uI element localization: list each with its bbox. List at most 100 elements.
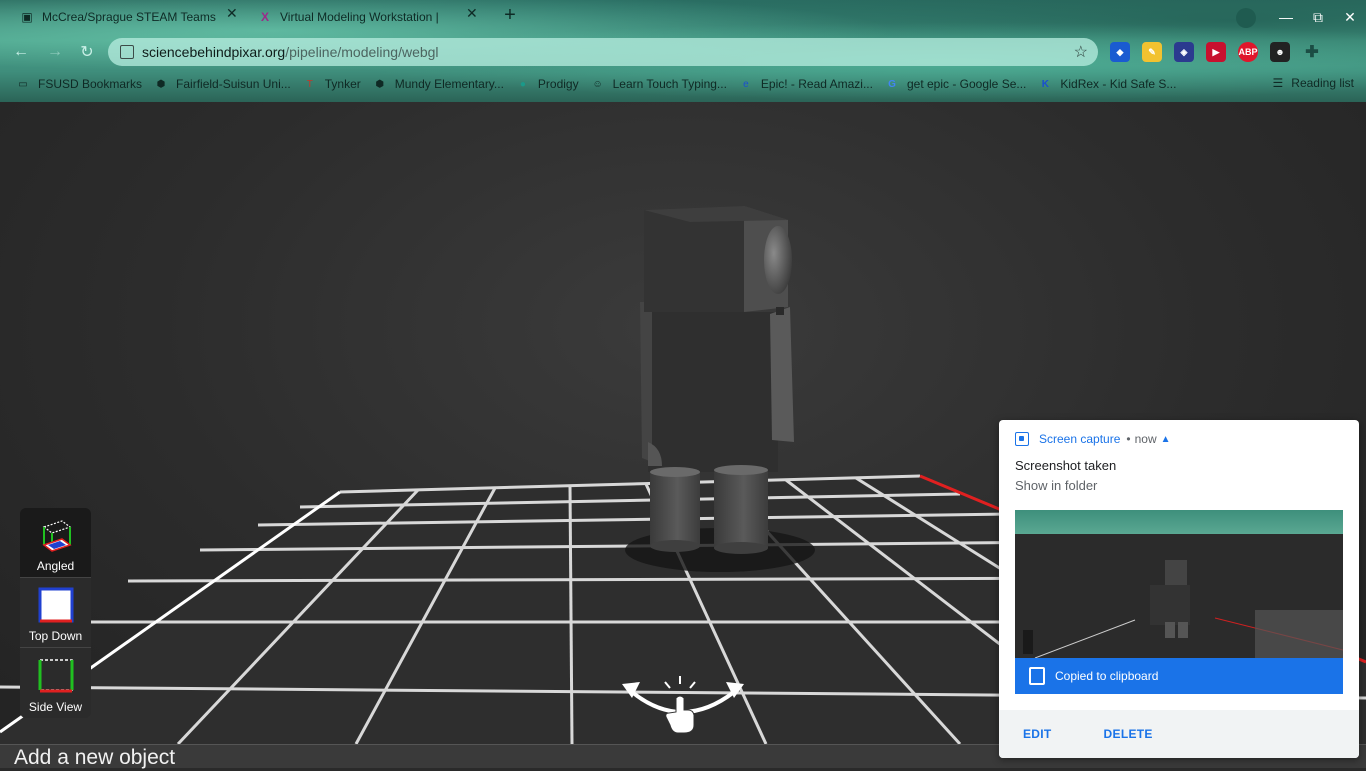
reading-list-icon: ☰ — [1272, 76, 1284, 90]
kidrex-icon: K — [1041, 78, 1049, 90]
right-leg[interactable] — [714, 470, 768, 548]
extensions-row: ◆ ✎ ◈ ▶ ABP ☻ ✚ — [1110, 42, 1322, 62]
left-leg[interactable] — [650, 472, 700, 546]
bookmark-item[interactable]: ● Prodigy — [516, 77, 579, 91]
angled-view-button[interactable]: Angled — [20, 508, 91, 578]
forward-arrow-icon[interactable]: → — [44, 41, 66, 63]
view-label: Angled — [36, 559, 75, 573]
view-switcher: Angled Top Down Side View — [20, 508, 91, 718]
maximize-button[interactable]: ⧉ — [1302, 0, 1334, 34]
shield-ext-icon[interactable]: ◆ — [1110, 42, 1130, 62]
notification-header: Screen capture • now ▲ — [1015, 432, 1171, 446]
close-window-button[interactable]: ✕ — [1334, 0, 1366, 34]
clipboard-message: Copied to clipboard — [1055, 669, 1159, 683]
tynker-icon: T — [306, 78, 313, 90]
bookmark-item[interactable]: Gget epic - Google Se... — [885, 77, 1026, 91]
bookmark-label: KidRex - Kid Safe S... — [1060, 77, 1177, 91]
left-leg-base — [650, 540, 700, 552]
reload-icon[interactable]: ↻ — [76, 41, 98, 63]
bookmark-item[interactable]: ☺ Learn Touch Typing... — [591, 77, 727, 91]
back-arrow-icon[interactable]: ← — [10, 41, 32, 63]
adblock-ext-icon[interactable]: ABP — [1238, 42, 1258, 62]
new-tab-button[interactable]: + — [500, 4, 520, 27]
puzzle-icon[interactable]: ✚ — [1302, 42, 1322, 62]
copied-to-clipboard-banner: Copied to clipboard — [1015, 658, 1343, 694]
address-bar[interactable]: sciencebehindpixar.org/pipeline/modeling… — [108, 38, 1098, 66]
right-leg-top — [714, 465, 768, 475]
right-arm[interactable] — [770, 307, 794, 442]
school-icon: ⬢ — [156, 78, 166, 90]
side-view-button[interactable]: Side View — [20, 648, 91, 718]
epic-icon: e — [743, 78, 749, 90]
tab-title: Virtual Modeling Workstation | — [280, 10, 439, 24]
tab-modeling[interactable]: X Virtual Modeling Workstation | — [258, 4, 468, 30]
profile-avatar[interactable] — [1236, 8, 1256, 28]
side-view-icon — [38, 659, 73, 693]
notification-time-separator: • — [1126, 432, 1131, 446]
pixar-icon: X — [260, 10, 269, 24]
bookmark-label: Mundy Elementary... — [394, 77, 504, 91]
close-tab-icon[interactable]: ✕ — [226, 5, 238, 22]
reading-list-button[interactable]: ☰ Reading list — [1273, 76, 1354, 90]
show-in-folder-link[interactable]: Show in folder — [1015, 478, 1097, 493]
left-leg-top — [650, 467, 700, 477]
bookmark-item[interactable]: K KidRex - Kid Safe S... — [1038, 77, 1177, 91]
edit-button[interactable]: EDIT — [1023, 727, 1052, 741]
url-host: sciencebehindpixar.org — [142, 44, 286, 60]
angled-cube-icon — [41, 520, 72, 552]
reading-list-label: Reading list — [1291, 76, 1354, 90]
google-icon: G — [888, 78, 896, 90]
view-label: Top Down — [28, 629, 83, 643]
notification-title: Screenshot taken — [1015, 458, 1117, 473]
bookmark-label: get epic - Google Se... — [906, 77, 1027, 91]
teams-icon: ▣ — [21, 10, 33, 24]
bookmark-label: Prodigy — [537, 77, 579, 91]
add-object-title[interactable]: Add a new object — [14, 745, 175, 771]
tab-strip: ▣ McCrea/Sprague STEAM Teams ✕ X Virtual… — [0, 0, 1366, 34]
prodigy-icon: ● — [519, 78, 526, 90]
video-ext-icon[interactable]: ▶ — [1206, 42, 1226, 62]
window-controls: — ⧉ ✕ — [1270, 0, 1366, 34]
screenshot-thumbnail[interactable] — [1015, 510, 1343, 658]
notification-actions: EDIT DELETE — [999, 710, 1359, 758]
bookmark-item[interactable]: e Epic! - Read Amazi... — [739, 77, 873, 91]
tab-title: McCrea/Sprague STEAM Teams — [42, 10, 216, 24]
view-label: Side View — [28, 700, 83, 714]
screen-capture-notification[interactable]: Screen capture • now ▲ Screenshot taken … — [999, 420, 1359, 758]
screen-capture-icon — [1015, 432, 1029, 446]
close-tab-icon[interactable]: ✕ — [466, 5, 478, 22]
bookmark-star-icon[interactable]: ☆ — [1074, 42, 1088, 62]
bookmarks-bar: ▭ FSUSD Bookmarks ⬢ Fairfield-Suisun Uni..… — [0, 72, 1366, 96]
bookmark-label: Learn Touch Typing... — [612, 77, 727, 91]
bookmark-label: Fairfield-Suisun Uni... — [176, 77, 291, 91]
school-icon: ⬢ — [375, 78, 385, 90]
bookmark-item[interactable]: T Tynker — [303, 77, 361, 91]
bookmark-folder[interactable]: ▭ FSUSD Bookmarks — [16, 77, 142, 91]
notification-app: Screen capture — [1039, 432, 1121, 446]
url-path: /pipeline/modeling/webgl — [285, 44, 439, 60]
chevron-up-icon[interactable]: ▲ — [1161, 434, 1171, 445]
bookmark-item[interactable]: ⬢ Mundy Elementary... — [373, 77, 504, 91]
diamond-ext-icon[interactable]: ◈ — [1174, 42, 1194, 62]
delete-button[interactable]: DELETE — [1104, 727, 1153, 741]
pencil-ext-icon[interactable]: ✎ — [1142, 42, 1162, 62]
left-arm[interactable] — [640, 302, 652, 462]
browser-chrome: ▣ McCrea/Sprague STEAM Teams ✕ X Virtual… — [0, 0, 1366, 102]
ghost-ext-icon[interactable]: ☻ — [1270, 42, 1290, 62]
minimize-button[interactable]: — — [1270, 0, 1302, 34]
eye-sphere[interactable] — [764, 226, 792, 294]
body-box[interactable] — [648, 312, 778, 472]
clipboard-icon — [1029, 667, 1045, 685]
top-down-view-button[interactable]: Top Down — [20, 578, 91, 648]
bookmark-item[interactable]: ⬢ Fairfield-Suisun Uni... — [154, 77, 291, 91]
bookmark-label: Epic! - Read Amazi... — [760, 77, 873, 91]
tab-teams[interactable]: ▣ McCrea/Sprague STEAM Teams — [20, 4, 250, 30]
notification-time: now — [1134, 432, 1157, 446]
site-info-icon[interactable] — [120, 45, 134, 59]
typing-icon: ☺ — [592, 78, 603, 90]
browser-toolbar: ← → ↻ sciencebehindpixar.org/pipeline/mo… — [0, 36, 1366, 68]
neck — [776, 307, 784, 315]
folder-icon: ▭ — [18, 78, 28, 90]
bookmark-label: Tynker — [324, 77, 361, 91]
orbit-drag-hint-icon — [622, 676, 744, 734]
